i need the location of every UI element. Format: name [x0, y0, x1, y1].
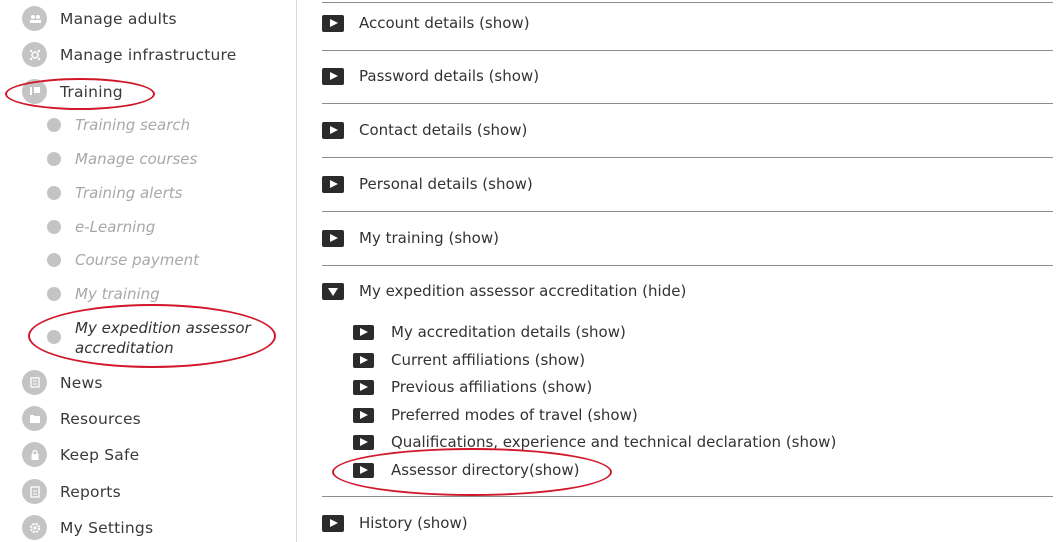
subsection-assessor-directory[interactable]: Assessor directory(show): [353, 461, 579, 479]
subsection-accreditation-details[interactable]: My accreditation details (show): [353, 323, 626, 341]
nav-label: My Settings: [60, 518, 154, 537]
nav-keep-safe[interactable]: Keep Safe: [22, 442, 139, 467]
section-label: My training (show): [359, 229, 499, 247]
section-personal-details[interactable]: Personal details (show): [322, 175, 1053, 193]
triangle-down-icon: [322, 282, 344, 300]
subsection-modes-of-travel[interactable]: Preferred modes of travel (show): [353, 406, 638, 424]
subnav-manage-courses[interactable]: Manage courses: [47, 150, 197, 168]
subnav-label: Training alerts: [75, 184, 183, 202]
play-icon: [353, 407, 374, 423]
sidebar: Manage adults Manage infrastructure Trai…: [0, 0, 297, 542]
subsection-previous-affiliations[interactable]: Previous affiliations (show): [353, 378, 592, 396]
bullet-icon: [47, 253, 61, 267]
subsection-label: Assessor directory(show): [391, 461, 580, 479]
divider: [322, 157, 1053, 158]
section-account-details[interactable]: Account details (show): [322, 14, 1053, 32]
nav-news[interactable]: News: [22, 370, 103, 395]
subnav-label: Course payment: [75, 251, 199, 269]
section-label: Personal details (show): [359, 175, 533, 193]
section-label: Password details (show): [359, 67, 540, 85]
play-icon: [353, 462, 374, 478]
nav-label: News: [60, 373, 103, 392]
section-label: My expedition assessor accreditation (hi…: [359, 282, 687, 300]
content-panel: Account details (show) Password details …: [322, 0, 1054, 542]
training-icon: [22, 79, 47, 104]
section-contact-details[interactable]: Contact details (show): [322, 121, 1053, 139]
bullet-icon: [47, 186, 61, 200]
nav-manage-infrastructure[interactable]: Manage infrastructure: [22, 42, 237, 67]
play-icon: [353, 324, 374, 340]
subnav-my-training[interactable]: My training: [47, 285, 160, 303]
infrastructure-icon: [22, 42, 47, 67]
subnav-label: Training search: [75, 116, 191, 134]
play-icon: [322, 175, 344, 193]
divider: [322, 103, 1053, 104]
bullet-icon: [47, 152, 61, 166]
play-icon: [322, 14, 344, 32]
bullet-icon: [47, 220, 61, 234]
section-label: History (show): [359, 514, 468, 532]
nav-label: Manage adults: [60, 9, 177, 28]
divider: [322, 2, 1053, 3]
play-icon: [353, 379, 374, 395]
subnav-training-alerts[interactable]: Training alerts: [47, 184, 182, 202]
nav-manage-adults[interactable]: Manage adults: [22, 6, 177, 31]
section-label: Account details (show): [359, 14, 530, 32]
subnav-label: My training: [75, 285, 160, 303]
play-icon: [353, 352, 374, 368]
section-password-details[interactable]: Password details (show): [322, 67, 1053, 85]
nav-resources[interactable]: Resources: [22, 406, 141, 431]
nav-label: Resources: [60, 409, 141, 428]
nav-training[interactable]: Training: [22, 79, 123, 104]
subnav-label: e-Learning: [75, 218, 156, 236]
subsection-label: My accreditation details (show): [391, 323, 626, 341]
play-icon: [322, 121, 344, 139]
section-my-training[interactable]: My training (show): [322, 229, 1053, 247]
nav-label: Manage infrastructure: [60, 45, 237, 64]
lock-icon: [22, 442, 47, 467]
divider: [322, 496, 1053, 497]
section-expedition-accreditation[interactable]: My expedition assessor accreditation (hi…: [322, 282, 1053, 300]
section-label: Contact details (show): [359, 121, 528, 139]
play-icon: [322, 67, 344, 85]
news-icon: [22, 370, 47, 395]
subnav-course-payment[interactable]: Course payment: [47, 251, 199, 269]
subnav-label: My expedition assessor accreditation: [75, 319, 251, 357]
nav-my-settings[interactable]: My Settings: [22, 515, 153, 540]
play-icon: [322, 229, 344, 247]
subsection-current-affiliations[interactable]: Current affiliations (show): [353, 351, 585, 369]
nav-label: Training: [60, 82, 123, 101]
subsection-label: Preferred modes of travel (show): [391, 406, 638, 424]
divider: [322, 265, 1053, 266]
play-icon: [353, 434, 374, 450]
section-history[interactable]: History (show): [322, 514, 1053, 532]
nav-reports[interactable]: Reports: [22, 479, 121, 504]
subnav-label: Manage courses: [75, 150, 198, 168]
nav-label: Reports: [60, 482, 121, 501]
bullet-icon: [47, 330, 61, 344]
subnav-expedition-accreditation[interactable]: My expedition assessor accreditation: [47, 318, 265, 358]
play-icon: [322, 514, 344, 532]
divider: [322, 50, 1053, 51]
subsection-label: Qualifications, experience and technical…: [391, 433, 837, 451]
resources-icon: [22, 406, 47, 431]
adults-icon: [22, 6, 47, 31]
subnav-e-learning[interactable]: e-Learning: [47, 218, 155, 236]
subsection-qualifications[interactable]: Qualifications, experience and technical…: [353, 433, 836, 451]
bullet-icon: [47, 118, 61, 132]
nav-label: Keep Safe: [60, 445, 140, 464]
subnav-training-search[interactable]: Training search: [47, 116, 190, 134]
reports-icon: [22, 479, 47, 504]
subsection-label: Previous affiliations (show): [391, 378, 593, 396]
gear-icon: [22, 515, 47, 540]
subsection-label: Current affiliations (show): [391, 351, 586, 369]
bullet-icon: [47, 287, 61, 301]
divider: [322, 211, 1053, 212]
